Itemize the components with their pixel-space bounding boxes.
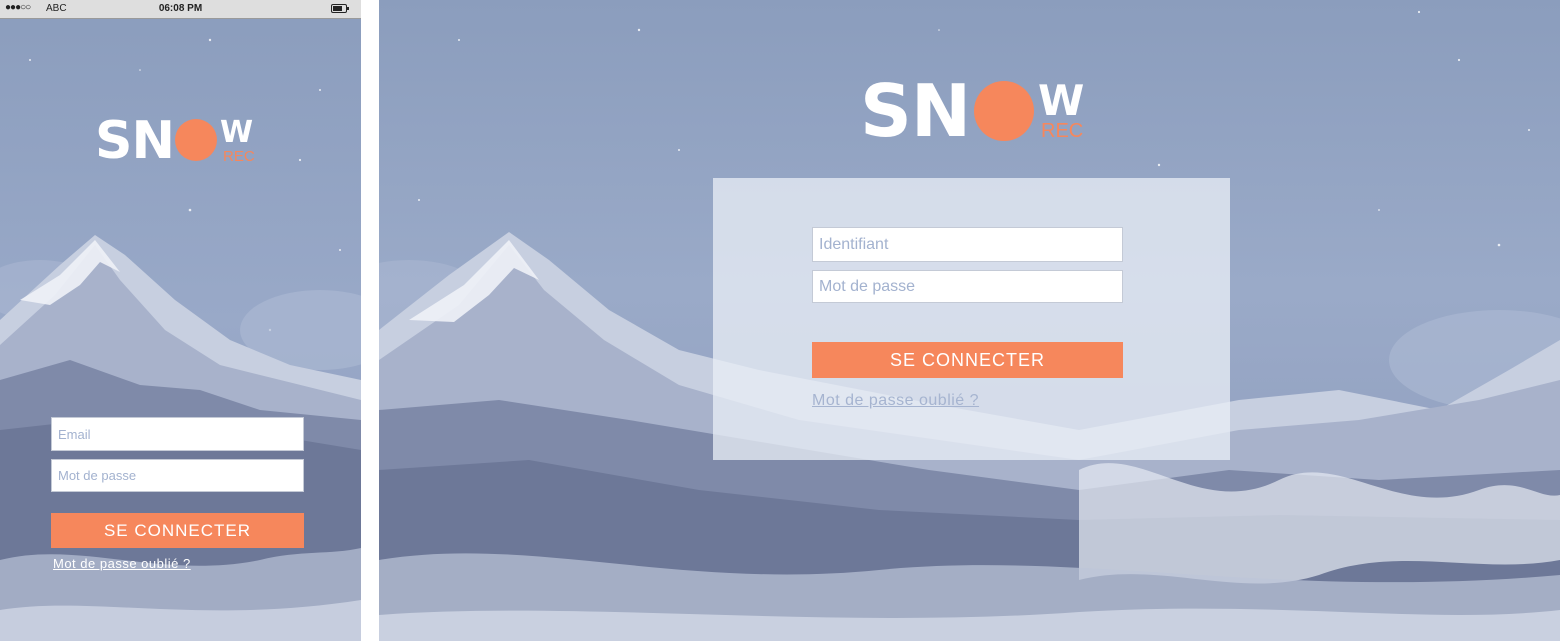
login-button[interactable]: SE CONNECTER: [51, 513, 304, 548]
logo-text-w: W: [220, 115, 254, 150]
battery-icon: [331, 4, 349, 13]
forgot-password-link[interactable]: Mot de passe oublié ?: [812, 392, 979, 410]
login-button[interactable]: SE CONNECTER: [812, 342, 1123, 378]
username-input[interactable]: Identifiant: [812, 227, 1123, 262]
email-input[interactable]: Email: [51, 417, 304, 451]
snow-rec-logo: SN W REC: [95, 115, 265, 170]
logo-text-sn: SN: [95, 111, 175, 171]
logo-text-w: W: [1038, 76, 1085, 125]
password-input[interactable]: Mot de passe: [812, 270, 1123, 303]
logo-text-rec: REC: [1041, 120, 1084, 142]
logo-text-sn: SN: [860, 69, 971, 153]
password-input[interactable]: Mot de passe: [51, 459, 304, 492]
status-time: 06:08 PM: [158, 3, 203, 14]
mobile-login-screen: ●●●○○ ABC 06:08 PM SN W REC Email Mot de…: [0, 0, 361, 641]
login-card: [713, 178, 1230, 460]
snow-rec-logo: SN W REC: [860, 69, 1090, 153]
logo-orange-circle-icon: [175, 119, 217, 161]
logo-text-rec: REC: [223, 148, 255, 165]
logo-orange-circle-icon: [974, 81, 1034, 141]
desktop-login-screen: SN W REC Identifiant Mot de passe SE CON…: [379, 0, 1560, 641]
forgot-password-link[interactable]: Mot de passe oublié ?: [53, 556, 191, 571]
status-bar: ●●●○○ ABC 06:08 PM: [0, 0, 361, 19]
